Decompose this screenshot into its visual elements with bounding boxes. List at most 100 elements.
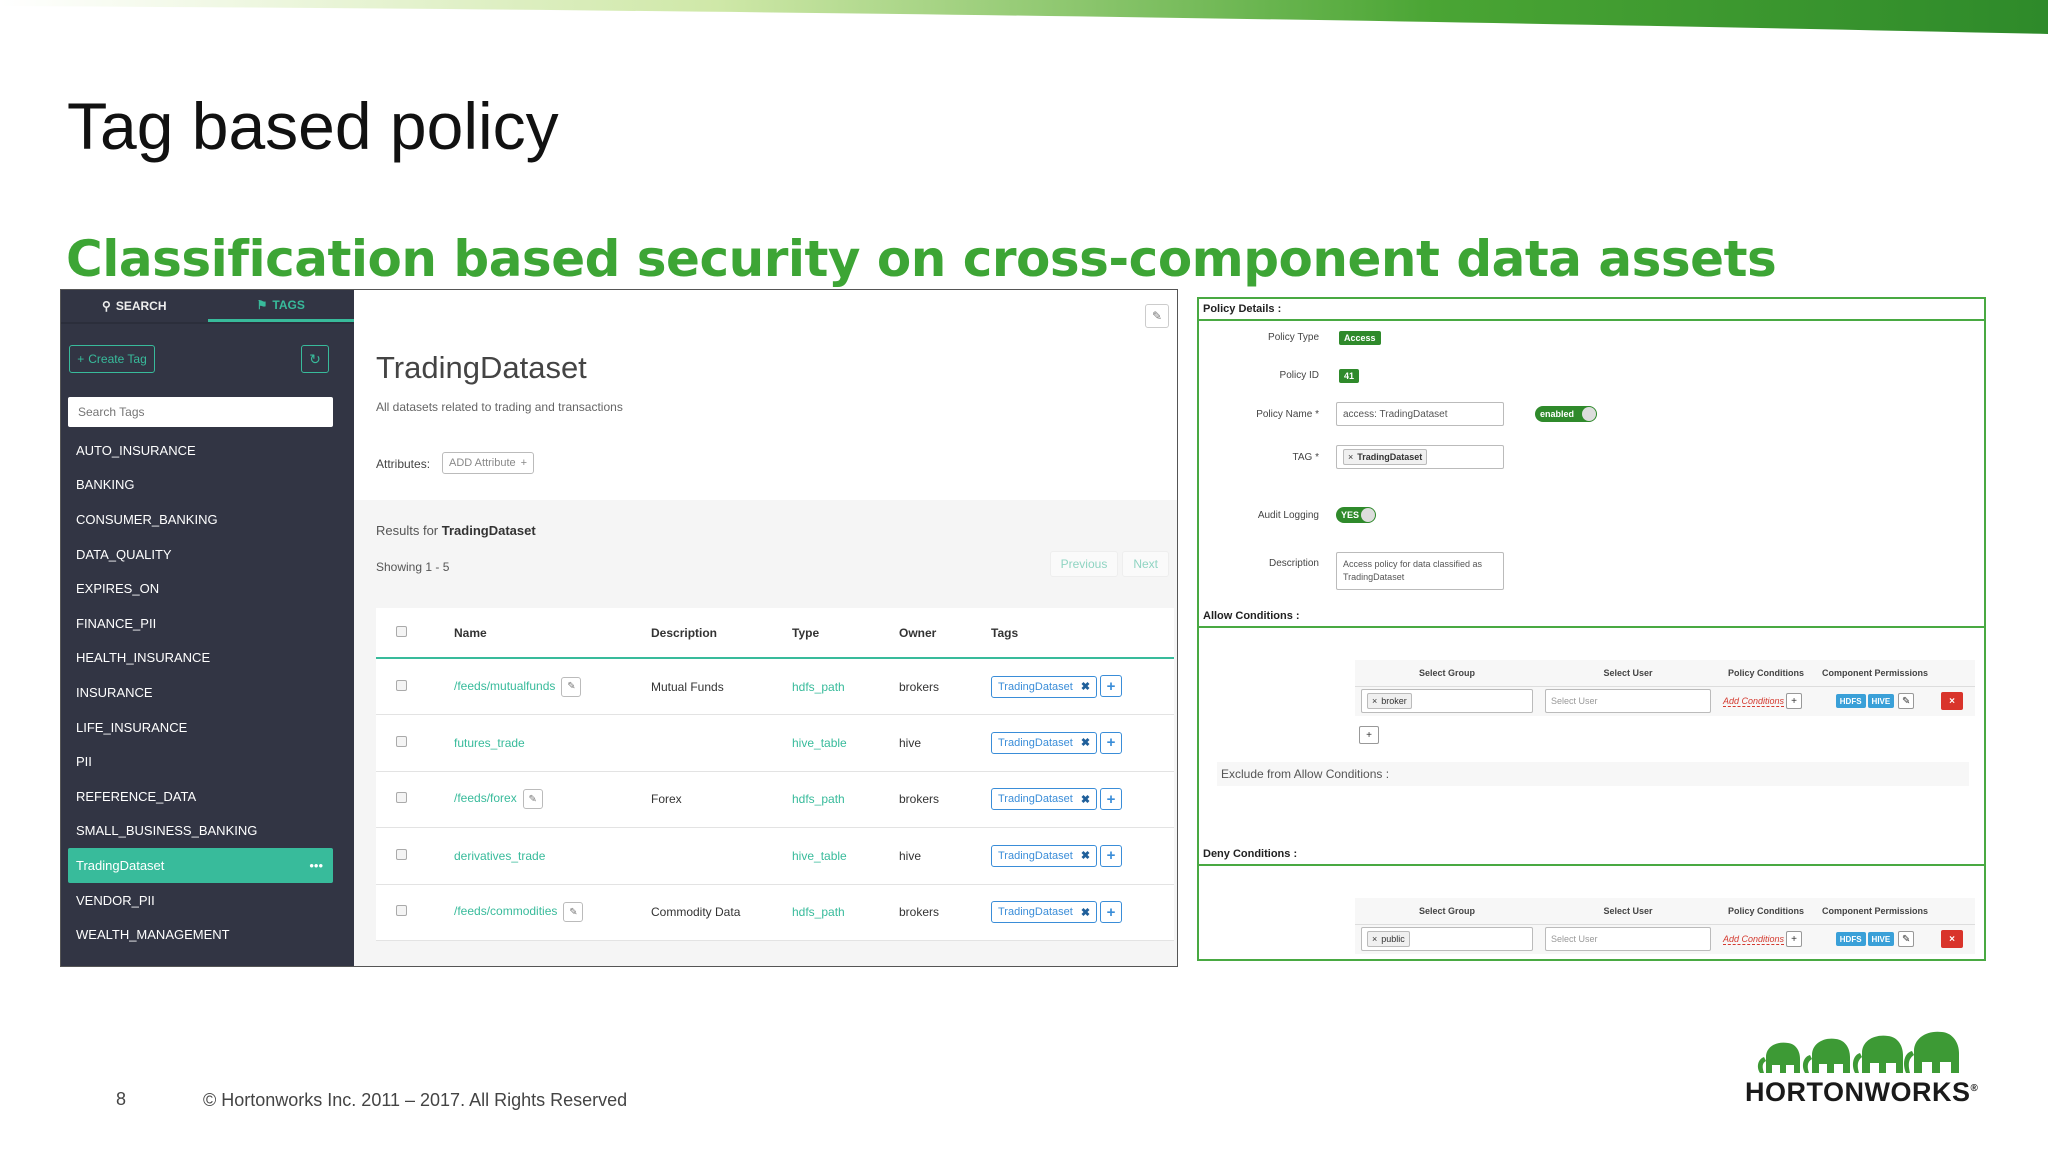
- tag-list-item[interactable]: SMALL_BUSINESS_BANKING: [68, 814, 333, 849]
- tag-list-item[interactable]: FINANCE_PII: [68, 606, 333, 641]
- audit-logging-toggle[interactable]: YES: [1336, 507, 1376, 523]
- tag-list-item-active[interactable]: TradingDataset •••: [68, 848, 333, 883]
- add-tag-button[interactable]: +: [1100, 901, 1123, 924]
- remove-tag-icon[interactable]: ✖: [1081, 680, 1090, 693]
- plus-icon: +: [520, 457, 528, 469]
- asset-name-link[interactable]: /feeds/mutualfunds: [454, 679, 555, 693]
- tag-pill[interactable]: TradingDataset ✖: [991, 731, 1098, 754]
- remove-tag-icon[interactable]: ✖: [1081, 793, 1090, 806]
- edit-permissions-button[interactable]: ✎: [1898, 931, 1915, 948]
- asset-name-link[interactable]: /feeds/forex: [454, 791, 517, 805]
- tag-list-item[interactable]: EXPIRES_ON: [68, 571, 333, 606]
- edit-description-button[interactable]: ✎: [522, 789, 543, 810]
- type-link[interactable]: hive_table: [792, 736, 847, 750]
- table-row: derivatives_trade hive_table hive TradingDa…: [376, 827, 1174, 885]
- tag-input[interactable]: × TradingDataset: [1336, 445, 1504, 469]
- select-group-input[interactable]: × broker: [1361, 689, 1533, 714]
- more-options-icon[interactable]: •••: [309, 858, 323, 873]
- select-group-input[interactable]: × public: [1361, 927, 1533, 952]
- logo-wordmark: HORTONWORKS: [1745, 1077, 1971, 1107]
- tag-pill-label: TradingDataset: [998, 849, 1073, 862]
- add-tag-button[interactable]: +: [1100, 675, 1123, 698]
- add-row-button[interactable]: +: [1359, 726, 1379, 744]
- tag-list-item[interactable]: HEALTH_INSURANCE: [68, 641, 333, 676]
- asset-name-link[interactable]: /feeds/commodities: [454, 904, 557, 918]
- column-header[interactable]: Name: [446, 608, 643, 659]
- create-tag-button[interactable]: + Create Tag: [69, 345, 155, 373]
- row-checkbox[interactable]: [396, 848, 407, 860]
- edit-description-button[interactable]: ✎: [561, 676, 582, 697]
- tag-pill[interactable]: TradingDataset ✖: [991, 901, 1098, 924]
- asset-name-link[interactable]: futures_trade: [454, 736, 525, 750]
- edit-description-button[interactable]: ✎: [563, 902, 584, 923]
- column-header: Policy Conditions: [1717, 660, 1815, 687]
- search-tags-input[interactable]: [68, 397, 333, 427]
- column-header[interactable]: Type: [784, 608, 891, 659]
- row-checkbox[interactable]: [396, 735, 407, 747]
- row-checkbox[interactable]: [396, 792, 407, 804]
- remove-tag-icon[interactable]: ✖: [1081, 849, 1090, 862]
- tag-list-item[interactable]: PII: [68, 744, 333, 779]
- add-tag-button[interactable]: +: [1100, 844, 1123, 867]
- enabled-toggle[interactable]: enabled: [1535, 406, 1597, 422]
- tag-list-item[interactable]: LIFE_INSURANCE: [68, 710, 333, 745]
- add-conditions-link[interactable]: Add Conditions: [1723, 933, 1785, 945]
- type-link[interactable]: hdfs_path: [792, 792, 845, 806]
- add-attribute-button[interactable]: ADD Attribute +: [442, 452, 535, 474]
- name-cell: /feeds/mutualfunds ✎: [446, 658, 643, 715]
- remove-tag-icon[interactable]: ✖: [1081, 736, 1090, 749]
- column-header[interactable]: Description: [643, 608, 784, 659]
- tag-pill[interactable]: TradingDataset ✖: [991, 675, 1098, 698]
- previous-button[interactable]: Previous: [1049, 551, 1119, 577]
- tag-list-item[interactable]: VENDOR_PII: [68, 883, 333, 918]
- type-link[interactable]: hive_table: [792, 849, 847, 863]
- add-attribute-label: ADD Attribute: [449, 457, 516, 469]
- tag-list-item[interactable]: WEALTH_MANAGEMENT: [68, 917, 333, 952]
- remove-icon[interactable]: ×: [1372, 934, 1377, 944]
- tag-token: × TradingDataset: [1343, 449, 1428, 465]
- tag-list-item[interactable]: REFERENCE_DATA: [68, 779, 333, 814]
- add-tag-button[interactable]: +: [1100, 788, 1123, 811]
- tag-list-item[interactable]: AUTO_INSURANCE: [68, 433, 333, 468]
- tab-tags[interactable]: ⚑ TAGS: [207, 290, 354, 322]
- delete-row-button[interactable]: ×: [1941, 692, 1963, 711]
- edit-permissions-button[interactable]: ✎: [1898, 693, 1915, 710]
- active-tag-label: TradingDataset: [76, 857, 165, 873]
- delete-row-button[interactable]: ×: [1941, 930, 1963, 949]
- page-number: 8: [116, 1089, 127, 1109]
- type-cell: hive_table: [784, 827, 891, 885]
- remove-icon[interactable]: ×: [1348, 452, 1353, 462]
- add-condition-button[interactable]: +: [1786, 693, 1803, 710]
- column-header[interactable]: Owner: [891, 608, 983, 659]
- tag-list-item[interactable]: DATA_QUALITY: [68, 537, 333, 572]
- policy-name-input[interactable]: access: TradingDataset: [1336, 402, 1504, 426]
- remove-icon[interactable]: ×: [1372, 696, 1377, 706]
- row-checkbox[interactable]: [396, 905, 407, 917]
- description-input[interactable]: Access policy for data classified as Tra…: [1336, 552, 1504, 590]
- add-condition-button[interactable]: +: [1786, 931, 1803, 948]
- tab-search[interactable]: ⚲ SEARCH: [61, 290, 208, 322]
- type-link[interactable]: hdfs_path: [792, 680, 845, 694]
- tag-pill[interactable]: TradingDataset ✖: [991, 844, 1098, 867]
- policy-name-label: Policy Name *: [1256, 409, 1319, 420]
- column-header[interactable]: Tags: [983, 608, 1174, 659]
- refresh-icon: ↻: [309, 350, 321, 367]
- owner-cell: brokers: [891, 884, 983, 941]
- tag-list-item[interactable]: BANKING: [68, 468, 333, 503]
- add-conditions-link[interactable]: Add Conditions: [1723, 695, 1785, 707]
- type-link[interactable]: hdfs_path: [792, 905, 845, 919]
- edit-button[interactable]: ✎: [1145, 304, 1169, 328]
- row-checkbox[interactable]: [396, 679, 407, 691]
- add-tag-button[interactable]: +: [1100, 731, 1123, 754]
- refresh-button[interactable]: ↻: [301, 345, 329, 373]
- tag-pill[interactable]: TradingDataset ✖: [991, 788, 1098, 811]
- tag-list-item[interactable]: CONSUMER_BANKING: [68, 502, 333, 537]
- tag-list-item[interactable]: INSURANCE: [68, 675, 333, 710]
- asset-name-link[interactable]: derivatives_trade: [454, 849, 545, 863]
- next-button[interactable]: Next: [1122, 551, 1169, 577]
- select-user-input[interactable]: Select User: [1545, 927, 1711, 952]
- select-all-checkbox[interactable]: [396, 625, 407, 637]
- remove-tag-icon[interactable]: ✖: [1081, 906, 1090, 919]
- select-user-input[interactable]: Select User: [1545, 689, 1711, 714]
- exclude-allow-conditions-label[interactable]: Exclude from Allow Conditions :: [1217, 762, 1969, 786]
